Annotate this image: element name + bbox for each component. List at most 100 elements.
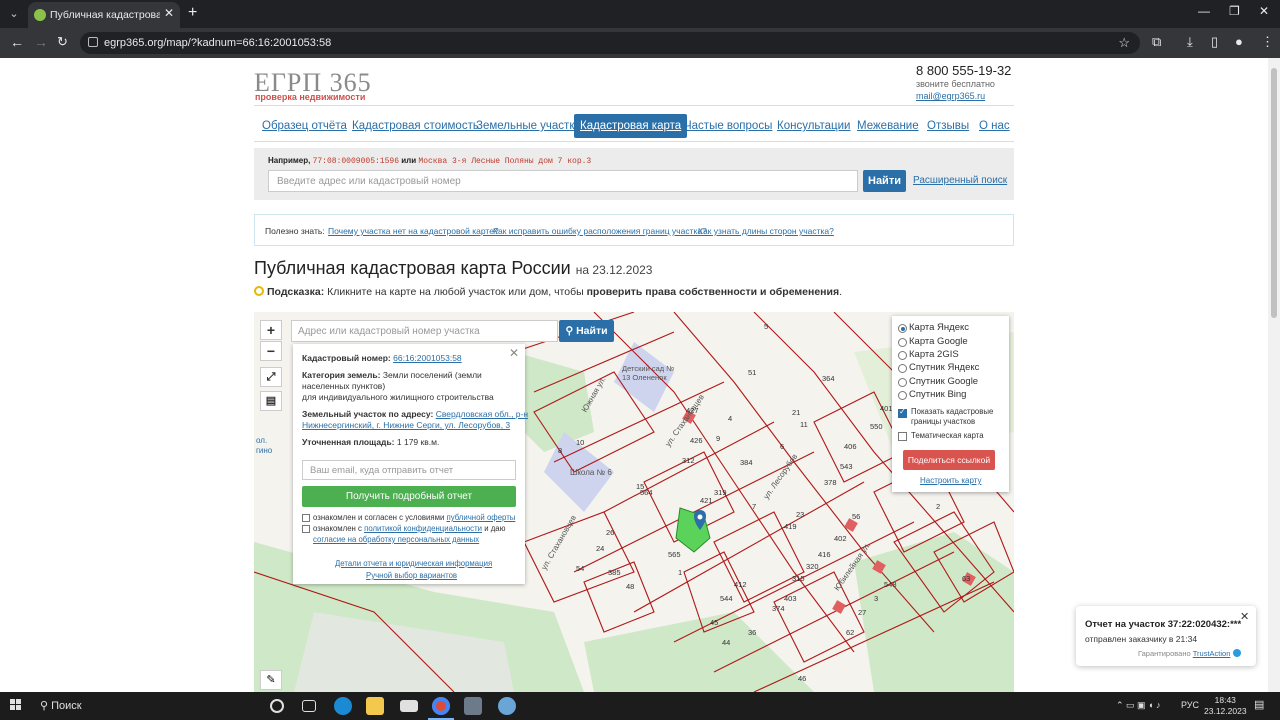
layer-label[interactable]: Карта Яндекс bbox=[909, 322, 969, 333]
menu-consultations[interactable]: Консультации bbox=[771, 114, 856, 138]
tip-link-missing[interactable]: Почему участка нет на кадастровой карте? bbox=[328, 226, 499, 236]
tab-close-icon[interactable]: ✕ bbox=[164, 6, 174, 20]
notifications-icon[interactable]: ▤ bbox=[1254, 698, 1264, 711]
search-input[interactable]: Введите адрес или кадастровый номер bbox=[268, 170, 858, 192]
plot-number: 378 bbox=[824, 478, 837, 487]
address-bar[interactable]: egrp365.org/map/?kadnum=66:16:2001053:58… bbox=[80, 32, 1140, 54]
browser-tab[interactable]: Публичная кадастровая к ✕ bbox=[28, 2, 180, 28]
task-view-icon[interactable] bbox=[302, 700, 316, 712]
window-close-icon[interactable]: ✕ bbox=[1259, 4, 1269, 18]
taskbar-clock[interactable]: 18:43 23.12.2023 bbox=[1204, 695, 1247, 717]
menu-land-plots[interactable]: Земельные участки bbox=[470, 114, 587, 138]
menu-cadastral-value[interactable]: Кадастровая стоимость bbox=[346, 114, 485, 138]
map-search-input[interactable]: Адрес или кадастровый номер участка bbox=[291, 320, 558, 342]
app-icon[interactable] bbox=[498, 697, 516, 715]
browser-menu-icon[interactable]: ⋮ bbox=[1261, 34, 1274, 50]
popup-close-icon[interactable]: ✕ bbox=[509, 346, 519, 360]
thematic-map-checkbox[interactable] bbox=[898, 432, 907, 441]
print-icon[interactable]: ▤ bbox=[260, 391, 282, 411]
minimize-icon[interactable]: — bbox=[1198, 4, 1210, 18]
cadastral-number-link[interactable]: 66:16:2001053:58 bbox=[393, 353, 462, 363]
plot-number: 21 bbox=[792, 408, 801, 417]
plot-number: 402 bbox=[834, 534, 847, 543]
privacy-checkbox[interactable] bbox=[302, 525, 310, 533]
layer-label[interactable]: Карта Google bbox=[909, 336, 968, 347]
search-button[interactable]: Найти bbox=[863, 170, 906, 192]
forward-icon[interactable]: → bbox=[34, 34, 48, 50]
show-borders-checkbox[interactable] bbox=[898, 407, 907, 418]
profile-icon[interactable]: ● bbox=[1235, 34, 1243, 49]
mail-icon[interactable] bbox=[400, 700, 418, 712]
address-link[interactable]: Нижнесергинский, г. Нижние Серги, ул. Ле… bbox=[302, 420, 510, 430]
site-info-icon[interactable] bbox=[88, 37, 98, 47]
tip-link-side-length[interactable]: Как узнать длины сторон участка? bbox=[698, 226, 834, 236]
extensions-icon[interactable]: ⧉ bbox=[1152, 34, 1161, 50]
taskbar-search[interactable]: ⚲ Поиск bbox=[40, 699, 82, 712]
layer-label[interactable]: Спутник Bing bbox=[909, 389, 966, 400]
layer-label[interactable]: Спутник Яндекс bbox=[909, 362, 979, 373]
offer-checkbox[interactable] bbox=[302, 514, 310, 522]
menu-about[interactable]: О нас bbox=[973, 114, 1016, 138]
menu-cadastral-map[interactable]: Кадастровая карта bbox=[574, 114, 688, 138]
email-input[interactable]: Ваш email, куда отправить отчет bbox=[302, 460, 516, 480]
cortana-icon[interactable] bbox=[270, 699, 284, 713]
edge-icon[interactable] bbox=[334, 697, 352, 715]
file-explorer-icon[interactable] bbox=[366, 697, 384, 715]
menu-reviews[interactable]: Отзывы bbox=[921, 114, 975, 138]
fullscreen-icon[interactable]: ⤢ bbox=[260, 367, 282, 387]
radio-bing-satellite[interactable] bbox=[898, 391, 907, 400]
map-search-button[interactable]: ⚲ Найти bbox=[559, 320, 614, 342]
layer-selector: Карта Яндекс Карта Google Карта 2GIS Спу… bbox=[892, 316, 1009, 492]
menu-faq[interactable]: Частые вопросы bbox=[678, 114, 778, 138]
scrollbar-thumb[interactable] bbox=[1271, 68, 1277, 318]
layer-label[interactable]: Спутник Google bbox=[909, 376, 978, 387]
advanced-search-link[interactable]: Расширенный поиск bbox=[913, 175, 1007, 186]
tray-icons[interactable]: ⌃ ▭ ▣ ◖ ♪ bbox=[1116, 700, 1161, 711]
menu-sample-report[interactable]: Образец отчёта bbox=[256, 114, 353, 138]
new-tab-icon[interactable]: + bbox=[188, 4, 197, 22]
useful-tips: Полезно знать: Почему участка нет на кад… bbox=[254, 214, 1014, 246]
share-link-button[interactable]: Поделиться ссылкой bbox=[903, 450, 995, 470]
tip-link-fix-error[interactable]: Как исправить ошибку расположения границ… bbox=[493, 226, 707, 236]
windows-start-icon[interactable] bbox=[10, 699, 22, 711]
language-indicator[interactable]: РУС bbox=[1181, 700, 1199, 710]
plot-number: 9 bbox=[716, 434, 721, 443]
radio-yandex-map[interactable] bbox=[898, 324, 907, 333]
app-icon[interactable] bbox=[464, 697, 482, 715]
radio-google-map[interactable] bbox=[898, 338, 907, 347]
tab-search-icon[interactable]: ⌄ bbox=[6, 6, 22, 22]
consent-link[interactable]: согласие на обработку персональных данны… bbox=[313, 535, 479, 544]
configure-map-link[interactable]: Настроить карту bbox=[920, 476, 981, 485]
restore-icon[interactable]: ❐ bbox=[1229, 4, 1240, 18]
map-edge-label: гино bbox=[256, 446, 273, 455]
browser-toolbar: ← → ↻ egrp365.org/map/?kadnum=66:16:2001… bbox=[0, 28, 1280, 58]
zoom-out-button[interactable]: − bbox=[260, 341, 282, 361]
trustaction-link[interactable]: TrustAction bbox=[1193, 649, 1231, 658]
reload-icon[interactable]: ↻ bbox=[57, 34, 68, 50]
manual-select-link[interactable]: Ручной выбор вариантов bbox=[366, 571, 457, 580]
details-link[interactable]: Детали отчета и юридическая информация bbox=[335, 559, 492, 568]
layer-label[interactable]: Карта 2GIS bbox=[909, 349, 959, 360]
bookmark-star-icon[interactable]: ☆ bbox=[1118, 35, 1130, 51]
ruler-icon[interactable]: ✎ bbox=[260, 670, 282, 690]
radio-yandex-satellite[interactable] bbox=[898, 364, 907, 373]
site-logo-subtitle: проверка недвижимости bbox=[255, 92, 366, 102]
sidepanel-icon[interactable]: ▯ bbox=[1211, 34, 1218, 50]
get-report-button[interactable]: Получить подробный отчет bbox=[302, 486, 516, 507]
privacy-label: ознакомлен с политикой конфиденциальност… bbox=[313, 524, 506, 533]
menu-surveying[interactable]: Межевание bbox=[851, 114, 925, 138]
email-link[interactable]: mail@egrp365.ru bbox=[916, 91, 985, 101]
radio-2gis-map[interactable] bbox=[898, 351, 907, 360]
back-icon[interactable]: ← bbox=[10, 34, 24, 50]
category-row: Категория земель: Земли поселений (земли bbox=[302, 370, 482, 380]
notification-close-icon[interactable]: ✕ bbox=[1240, 610, 1249, 623]
downloads-icon[interactable]: ⤓ bbox=[1187, 34, 1193, 50]
chrome-icon[interactable] bbox=[432, 697, 450, 715]
verified-icon bbox=[1232, 649, 1241, 657]
radio-google-satellite[interactable] bbox=[898, 378, 907, 387]
zoom-in-button[interactable]: + bbox=[260, 320, 282, 340]
cadastral-map[interactable]: Южная ул. ул. Стахановцев ул. Лесорубов … bbox=[254, 312, 1014, 692]
divider bbox=[254, 105, 1014, 106]
page-scrollbar[interactable] bbox=[1268, 58, 1280, 692]
plot-number: 427 bbox=[686, 406, 699, 415]
